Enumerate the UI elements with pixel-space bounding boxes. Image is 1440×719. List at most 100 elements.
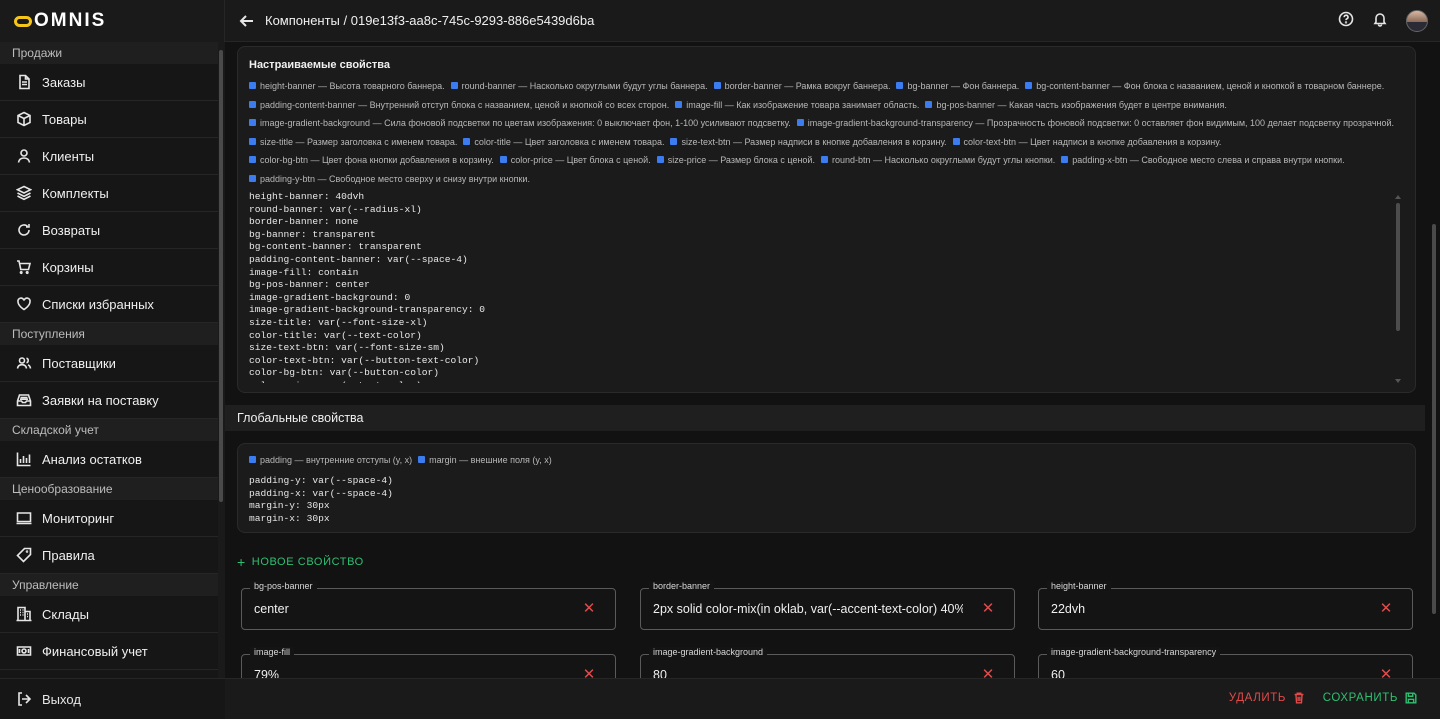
legend-item: margin — внешние поля (y, x) — [418, 451, 552, 470]
remove-property-icon[interactable]: ✕ — [980, 667, 996, 679]
legend-dot-icon — [418, 456, 426, 463]
property-field[interactable]: image-gradient-background 80 ✕ — [640, 647, 1015, 679]
save-button[interactable]: СОХРАНИТЬ — [1323, 691, 1418, 705]
property-field[interactable]: image-fill 79% ✕ — [241, 647, 616, 679]
new-property-label: НОВОЕ СВОЙСТВО — [251, 556, 364, 568]
property-field[interactable]: height-banner 22dvh ✕ — [1038, 581, 1413, 630]
save-icon — [1405, 692, 1417, 704]
legend-text: round-banner — Насколько округлыми будут… — [461, 81, 708, 91]
legend-text: color-bg-btn — Цвет фона кнопки добавлен… — [260, 155, 494, 166]
legend-dot-icon — [1061, 156, 1069, 164]
layers-icon — [16, 185, 32, 201]
user-avatar[interactable] — [1406, 10, 1428, 32]
legend-text: size-text-btn — Размер надписи в кнопке … — [681, 136, 947, 147]
sidebar-item[interactable]: Мониторинг — [0, 500, 218, 537]
legend-dot-icon — [896, 82, 904, 89]
sidebar-item[interactable]: Комплекты — [0, 175, 218, 212]
property-field-value[interactable]: 60 — [1051, 668, 1361, 678]
legend-item: padding-y-btn — Свободное место сверху и… — [249, 170, 530, 189]
custom-properties-legend: height-banner — Высота товарного баннера… — [249, 77, 1409, 189]
scroll-up-icon[interactable] — [1395, 195, 1401, 199]
legend-item: bg-banner — Фон баннера. — [896, 77, 1019, 96]
sidebar-item-label: Заявки на поставку — [42, 392, 159, 408]
sidebar-item[interactable]: Анализ остатков — [0, 441, 218, 478]
property-field-value[interactable]: 22dvh — [1051, 602, 1361, 616]
sidebar-item[interactable]: Заказы — [0, 64, 218, 101]
monitor-icon — [16, 510, 32, 526]
help-button[interactable] — [1338, 11, 1354, 32]
sidebar-item[interactable]: Клиенты — [0, 138, 218, 175]
plus-icon: + — [237, 553, 246, 570]
legend-dot-icon — [1025, 82, 1033, 89]
legend-dot-icon — [249, 174, 256, 182]
legend-text: color-price — Цвет блока с ценой. — [510, 155, 651, 166]
sidebar-item[interactable]: Финансовый учет — [0, 633, 218, 670]
top-header: Компоненты / 019e13f3-aa8c-745c-9293-886… — [225, 0, 1440, 42]
legend-text: padding-content-banner — Внутренний отст… — [260, 99, 670, 110]
sidebar-item-label: Поставщики — [42, 355, 116, 371]
sidebar-scrollbar[interactable] — [218, 42, 225, 678]
legend-item: bg-content-banner — Фон блока с название… — [1025, 77, 1384, 96]
logout-button[interactable]: Выход — [0, 678, 225, 719]
logout-icon — [18, 692, 32, 706]
remove-property-icon[interactable]: ✕ — [980, 601, 996, 617]
trash-icon — [1294, 692, 1304, 704]
legend-dot-icon — [249, 156, 256, 164]
page-title: Компоненты / 019e13f3-aa8c-745c-9293-886… — [265, 13, 595, 28]
code-editor-scrollbar-thumb[interactable] — [1396, 203, 1400, 331]
scroll-down-icon[interactable] — [1395, 379, 1401, 383]
legend-dot-icon — [952, 137, 960, 145]
sidebar-item[interactable]: Поставщики — [0, 345, 218, 382]
property-field[interactable]: bg-pos-banner center ✕ — [241, 581, 616, 630]
legend-text: padding — внутренние отступы (y, x) — [260, 455, 413, 465]
property-field-value[interactable]: center — [254, 602, 564, 616]
new-property-button[interactable]: + НОВОЕ СВОЙСТВО — [237, 553, 364, 570]
legend-text: border-banner — Рамка вокруг баннера. — [724, 81, 891, 91]
code-editor-scrollbar[interactable] — [1395, 195, 1401, 383]
legend-dot-icon — [450, 82, 458, 89]
custom-properties-code-editor[interactable]: height-banner: 40dvh round-banner: var(-… — [249, 191, 1379, 383]
arrow-left-icon — [239, 14, 253, 27]
sidebar-item-label: Комплекты — [42, 185, 109, 201]
property-field-value[interactable]: 2px solid color-mix(in oklab, var(--acce… — [653, 602, 963, 616]
property-field-value[interactable]: 80 — [653, 668, 963, 678]
sidebar-item[interactable]: Правила — [0, 537, 218, 574]
sidebar-item[interactable]: Заявки на поставку — [0, 382, 218, 419]
main-scrollbar-thumb[interactable] — [1432, 224, 1436, 614]
property-field-label: bg-pos-banner — [250, 581, 317, 591]
global-properties-code-editor[interactable]: padding-y: var(--space-4) padding-x: var… — [249, 475, 1379, 527]
legend-text: bg-banner — Фон баннера. — [907, 81, 1020, 91]
sidebar-section-title: Управление — [0, 574, 218, 596]
sidebar-section-title: Складской учет — [0, 419, 218, 441]
sidebar-item[interactable]: Возвраты — [0, 212, 218, 249]
property-field[interactable]: image-gradient-background-transparency 60… — [1038, 647, 1413, 679]
legend-dot-icon — [463, 137, 471, 145]
delete-button[interactable]: УДАЛИТЬ — [1229, 691, 1306, 705]
legend-dot-icon — [499, 156, 507, 164]
tag-icon — [16, 547, 32, 563]
omnis-logo[interactable]: OMNIS — [14, 10, 106, 32]
global-properties-card: padding — внутренние отступы (y, x) margi… — [237, 443, 1416, 533]
sidebar-nav: Продажи Заказы Товары Клиенты Комплекты Возвр… — [0, 42, 218, 678]
remove-property-icon[interactable]: ✕ — [581, 601, 597, 617]
remove-property-icon[interactable]: ✕ — [1378, 667, 1394, 679]
sidebar-item[interactable]: Товары — [0, 101, 218, 138]
money-icon — [16, 643, 32, 659]
sidebar-scrollbar-thumb[interactable] — [219, 50, 223, 502]
legend-item: padding-x-btn — Свободное место слева и … — [1061, 151, 1345, 170]
back-button[interactable] — [239, 13, 255, 29]
notifications-button[interactable] — [1372, 11, 1388, 32]
legend-item: bg-pos-banner — Какая часть изображения … — [925, 96, 1227, 115]
remove-property-icon[interactable]: ✕ — [581, 667, 597, 679]
sidebar-item[interactable]: Списки избранных — [0, 286, 218, 323]
property-field[interactable]: border-banner 2px solid color-mix(in okla… — [640, 581, 1015, 630]
sidebar-item-label: Товары — [42, 111, 87, 127]
property-field-value[interactable]: 79% — [254, 668, 564, 678]
remove-property-icon[interactable]: ✕ — [1378, 601, 1394, 617]
inbox-icon — [16, 392, 32, 408]
sidebar-item-label: Списки избранных — [42, 296, 154, 312]
main-scrollbar[interactable] — [1431, 42, 1438, 678]
sidebar-item[interactable]: Корзины — [0, 249, 218, 286]
property-field-label: border-banner — [649, 581, 715, 591]
sidebar-item[interactable]: Склады — [0, 596, 218, 633]
